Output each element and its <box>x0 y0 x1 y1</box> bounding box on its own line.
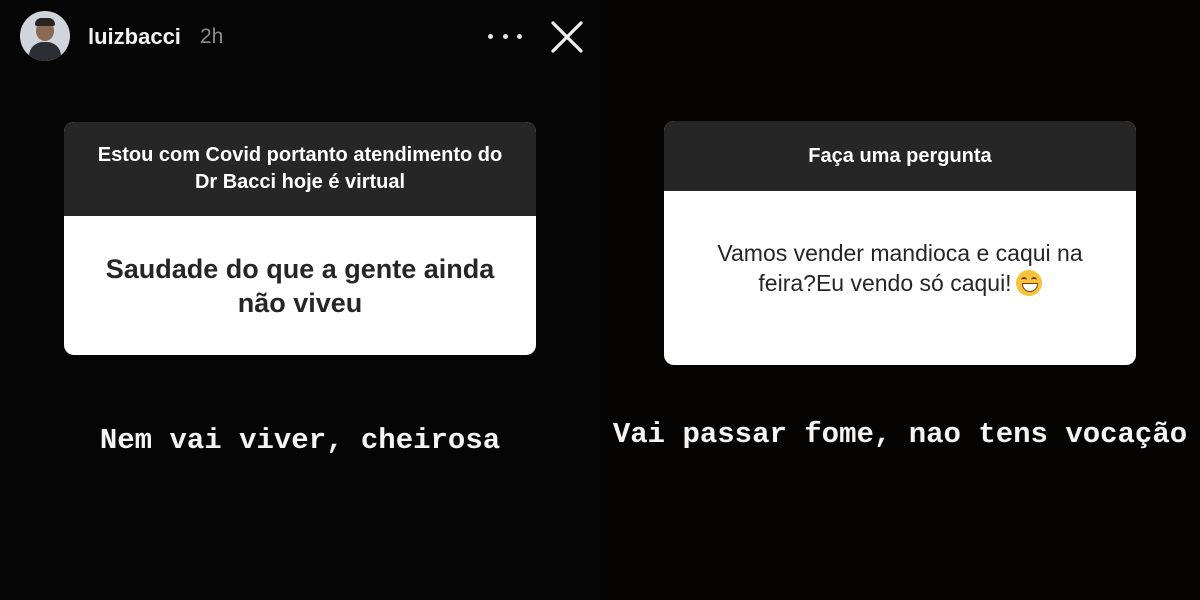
story-reply-text: Nem vai viver, cheirosa <box>99 424 501 457</box>
close-icon <box>551 21 583 53</box>
story-panel-right: Faça uma pergunta Vamos vender mandioca … <box>600 0 1200 600</box>
question-text: Saudade do que a gente ainda não viveu <box>105 253 495 318</box>
story-header: luizbacci 2h <box>0 0 600 72</box>
grinning-face-icon <box>1015 270 1042 296</box>
username[interactable]: luizbacci <box>88 24 181 50</box>
question-sticker-header: Faça uma pergunta <box>664 121 1136 191</box>
story-reply-text: Vai passar fome, nao tens vocação <box>612 418 1188 451</box>
avatar[interactable] <box>20 11 70 61</box>
more-options-button[interactable] <box>488 22 522 50</box>
more-horizontal-icon <box>488 33 493 39</box>
timestamp: 2h <box>200 25 224 48</box>
story-panel-left: luizbacci 2h Estou com Covid portanto at… <box>0 0 600 600</box>
question-sticker: Estou com Covid portanto atendimento do … <box>64 122 536 355</box>
close-button[interactable] <box>547 17 587 57</box>
question-body: Vamos vender mandioca e caqui na feira?E… <box>664 191 1136 365</box>
question-sticker: Faça uma pergunta Vamos vender mandioca … <box>664 121 1136 365</box>
question-sticker-header: Estou com Covid portanto atendimento do … <box>64 122 536 216</box>
